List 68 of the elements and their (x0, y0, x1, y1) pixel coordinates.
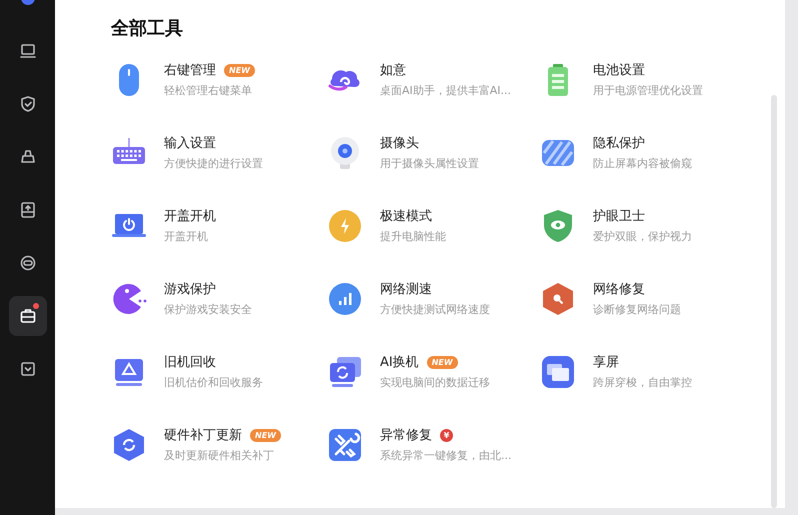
tool-description: 提升电脑性能 (380, 229, 446, 244)
tool-description: 保护游戏安装安全 (164, 302, 252, 317)
tool-description: 开盖开机 (164, 229, 209, 244)
tool-description: 跨屏穿梭，自由掌控 (593, 375, 692, 390)
tool-description: 系统异常一键修复，由北... (380, 448, 512, 463)
tool-description: 防止屏幕内容被偷窥 (593, 156, 692, 171)
tool-name: 旧机回收 (164, 354, 216, 371)
tool-description: 方便快捷的进行设置 (164, 156, 263, 171)
dual-monitor-sync-icon (327, 354, 363, 390)
new-badge: NEW (250, 429, 281, 442)
tool-item[interactable]: 右键管理 NEW 轻松管理右键菜单 (111, 62, 327, 98)
tool-description: 桌面AI助手，提供丰富AI... (380, 83, 512, 98)
new-badge: NEW (426, 356, 458, 369)
tool-description: 实现电脑间的数据迁移 (380, 375, 490, 390)
tool-name: 网络测速 (380, 281, 432, 298)
tool-item[interactable]: 硬件补丁更新 NEW 及时更新硬件相关补丁 (111, 427, 327, 463)
tool-name: 输入设置 (164, 135, 216, 152)
page-title: 全部工具 (111, 17, 184, 41)
tool-description: 轻松管理右键菜单 (164, 83, 253, 98)
tool-item[interactable]: 游戏保护 保护游戏安装安全 (111, 281, 327, 317)
tool-item[interactable]: 网络修复 诊断修复网络问题 (540, 281, 740, 317)
tool-item[interactable]: 极速模式 提升电脑性能 (327, 208, 540, 244)
sidebar-item[interactable] (8, 296, 46, 336)
tool-name: 开盖开机 (164, 208, 216, 225)
briefcase-icon (18, 306, 38, 326)
tool-name: 摄像头 (380, 135, 419, 152)
tool-description: 旧机估价和回收服务 (164, 375, 263, 390)
tool-item[interactable]: 开盖开机 开盖开机 (111, 208, 327, 244)
tool-name: 网络修复 (593, 281, 645, 298)
tool-item[interactable]: 电池设置 用于电源管理优化设置 (540, 62, 740, 98)
tool-name: 隐私保护 (593, 135, 645, 152)
tool-name: 游戏保护 (164, 281, 216, 298)
pacman-icon (111, 281, 147, 317)
tool-description: 爱护双眼，保护视力 (593, 229, 692, 244)
hexagon-search-icon (540, 281, 576, 317)
tool-item[interactable]: 输入设置 方便快捷的进行设置 (111, 135, 327, 171)
chat-icon (18, 253, 38, 273)
tool-name: 异常修复 (380, 427, 432, 444)
tool-name: AI换机 (380, 354, 419, 371)
tool-item[interactable]: 如意 桌面AI助手，提供丰富AI... (327, 62, 540, 98)
tool-item[interactable]: AI换机 NEW 实现电脑间的数据迁移 (327, 354, 540, 390)
new-badge: NEW (224, 64, 255, 77)
tool-description: 及时更新硬件相关补丁 (164, 448, 275, 463)
tool-item[interactable]: 享屏 跨屏穿梭，自由掌控 (540, 354, 740, 390)
tool-description: 诊断修复网络问题 (593, 302, 681, 317)
tool-name: 如意 (380, 62, 406, 79)
tools-icon (327, 427, 363, 463)
tool-item[interactable]: 异常修复 ¥ 系统异常一键修复，由北... (327, 427, 540, 463)
tool-description: 用于电源管理优化设置 (593, 83, 703, 98)
tool-description: 用于摄像头属性设置 (380, 156, 479, 171)
tool-item[interactable]: 旧机回收 旧机估价和回收服务 (111, 354, 327, 390)
paid-badge: ¥ (440, 429, 453, 442)
tool-item[interactable]: 隐私保护 防止屏幕内容被偷窥 (540, 135, 740, 171)
tool-item[interactable]: 护眼卫士 爱护双眼，保护视力 (540, 208, 740, 244)
tool-item[interactable]: 网络测速 方便快捷测试网络速度 (327, 281, 540, 317)
tool-name: 硬件补丁更新 (164, 427, 242, 444)
tool-name: 电池设置 (593, 62, 645, 79)
tool-name: 极速模式 (380, 208, 432, 225)
hexagon-sync-icon (111, 427, 147, 463)
laptop-icon (18, 41, 38, 61)
tool-name: 右键管理 (164, 62, 216, 79)
tool-name: 护眼卫士 (593, 208, 645, 225)
window-stack-icon (540, 354, 576, 390)
tool-description: 方便快捷测试网络速度 (380, 302, 490, 317)
lightning-icon (327, 208, 363, 244)
tool-name: 享屏 (593, 354, 619, 371)
signal-bars-icon (327, 281, 363, 317)
tool-item[interactable]: 摄像头 用于摄像头属性设置 (327, 135, 540, 171)
